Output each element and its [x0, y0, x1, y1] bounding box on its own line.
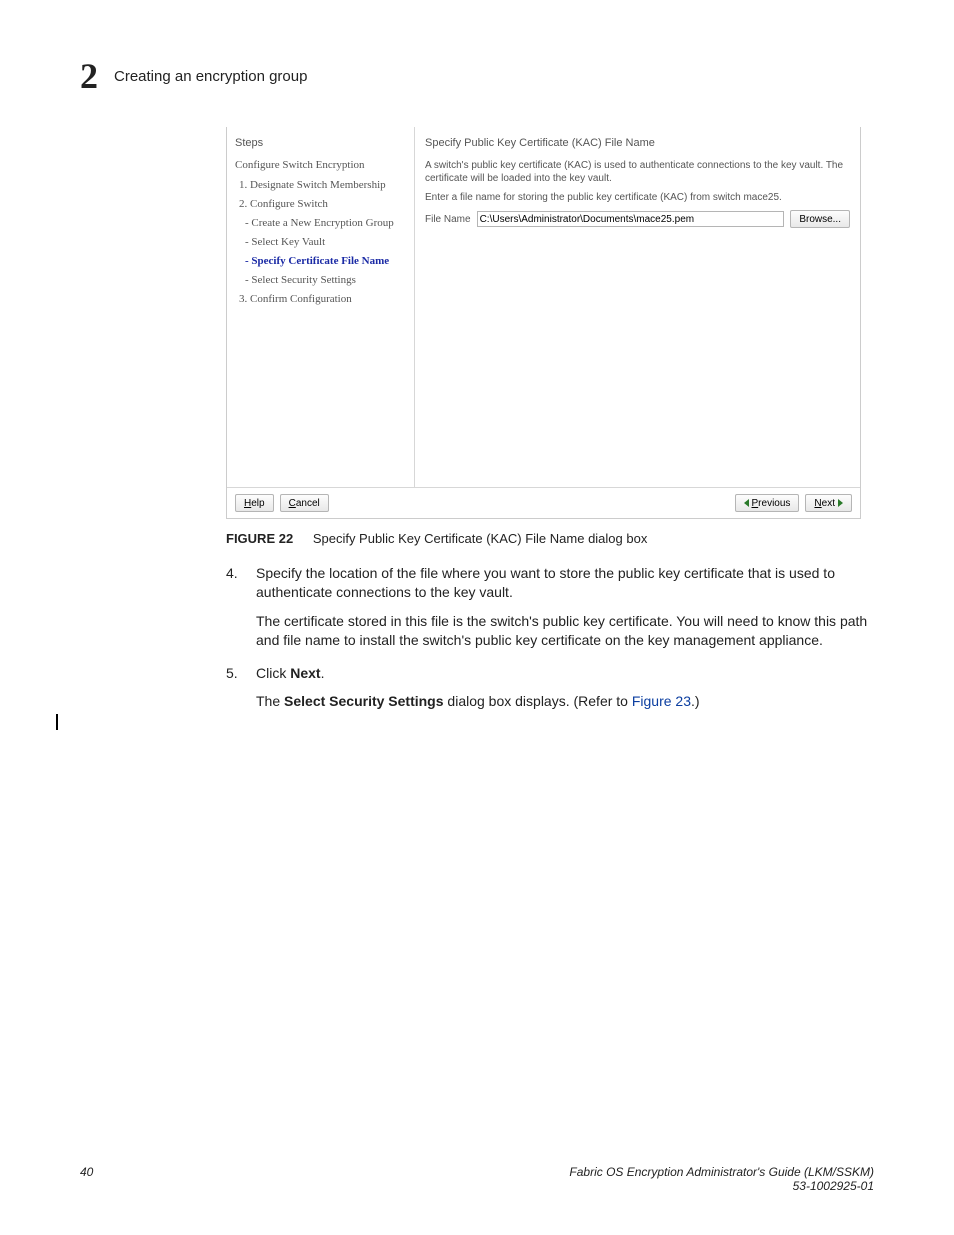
file-name-input[interactable] — [477, 211, 785, 227]
dialog-content-panel: Specify Public Key Certificate (KAC) Fil… — [415, 127, 860, 487]
chapter-number: 2 — [80, 55, 98, 97]
dialog-title: Specify Public Key Certificate (KAC) Fil… — [425, 137, 850, 149]
previous-label: revious — [758, 498, 790, 509]
page-number: 40 — [80, 1165, 93, 1193]
figure-text: Specify Public Key Certificate (KAC) Fil… — [313, 531, 648, 546]
chapter-title: Creating an encryption group — [114, 68, 307, 85]
next-button[interactable]: Next — [805, 494, 852, 512]
page-header: 2 Creating an encryption group — [80, 55, 874, 97]
step-select-key-vault: - Select Key Vault — [245, 236, 406, 248]
kac-dialog: Steps Configure Switch Encryption 1. Des… — [226, 127, 861, 519]
help-button[interactable]: Help — [235, 494, 274, 512]
step-create-group: - Create a New Encryption Group — [245, 217, 406, 229]
step-5-number: 5. — [226, 664, 256, 683]
footer-docnum: 53-1002925-01 — [569, 1179, 874, 1193]
dialog-description-2: Enter a file name for storing the public… — [425, 191, 850, 204]
step-4-number: 4. — [226, 564, 256, 602]
steps-header: Steps — [235, 137, 406, 149]
cancel-label: ancel — [296, 498, 320, 509]
step-5-period: . — [321, 665, 325, 681]
step-5-para-c: dialog box displays. (Refer to — [444, 693, 632, 709]
browse-button[interactable]: Browse... — [790, 210, 850, 228]
step-4-text: Specify the location of the file where y… — [256, 564, 874, 602]
file-name-label: File Name — [425, 214, 471, 225]
step-confirm-config: 3. Confirm Configuration — [239, 293, 406, 305]
step-5-next-word: Next — [290, 665, 320, 681]
page-footer: 40 Fabric OS Encryption Administrator's … — [80, 1165, 874, 1193]
help-label: elp — [251, 498, 264, 509]
step-5-text: Click Next. — [256, 664, 874, 683]
revision-bar — [56, 714, 58, 730]
step-specify-cert-file: - Specify Certificate File Name — [245, 255, 406, 267]
wizard-steps-panel: Steps Configure Switch Encryption 1. Des… — [227, 127, 415, 487]
step-configure-encryption: Configure Switch Encryption — [235, 159, 406, 171]
triangle-right-icon — [838, 499, 843, 507]
next-label: ext — [822, 498, 835, 509]
figure-23-link[interactable]: Figure 23 — [632, 693, 691, 709]
previous-button[interactable]: Previous — [735, 494, 800, 512]
step-5-click: Click — [256, 665, 290, 681]
step-configure-switch: 2. Configure Switch — [239, 198, 406, 210]
step-select-security: - Select Security Settings — [245, 274, 406, 286]
triangle-left-icon — [744, 499, 749, 507]
step-5-para-a: The — [256, 693, 284, 709]
step-5-para-d: .) — [691, 693, 700, 709]
footer-title: Fabric OS Encryption Administrator's Gui… — [569, 1165, 874, 1179]
dialog-description-1: A switch's public key certificate (KAC) … — [425, 159, 850, 185]
step-4-paragraph: The certificate stored in this file is t… — [256, 612, 874, 650]
step-5-para-b: Select Security Settings — [284, 693, 444, 709]
step-5-paragraph: The Select Security Settings dialog box … — [256, 692, 874, 711]
figure-caption: FIGURE 22 Specify Public Key Certificate… — [226, 531, 874, 546]
step-designate-membership: 1. Designate Switch Membership — [239, 179, 406, 191]
figure-label: FIGURE 22 — [226, 531, 293, 546]
cancel-button[interactable]: Cancel — [280, 494, 329, 512]
